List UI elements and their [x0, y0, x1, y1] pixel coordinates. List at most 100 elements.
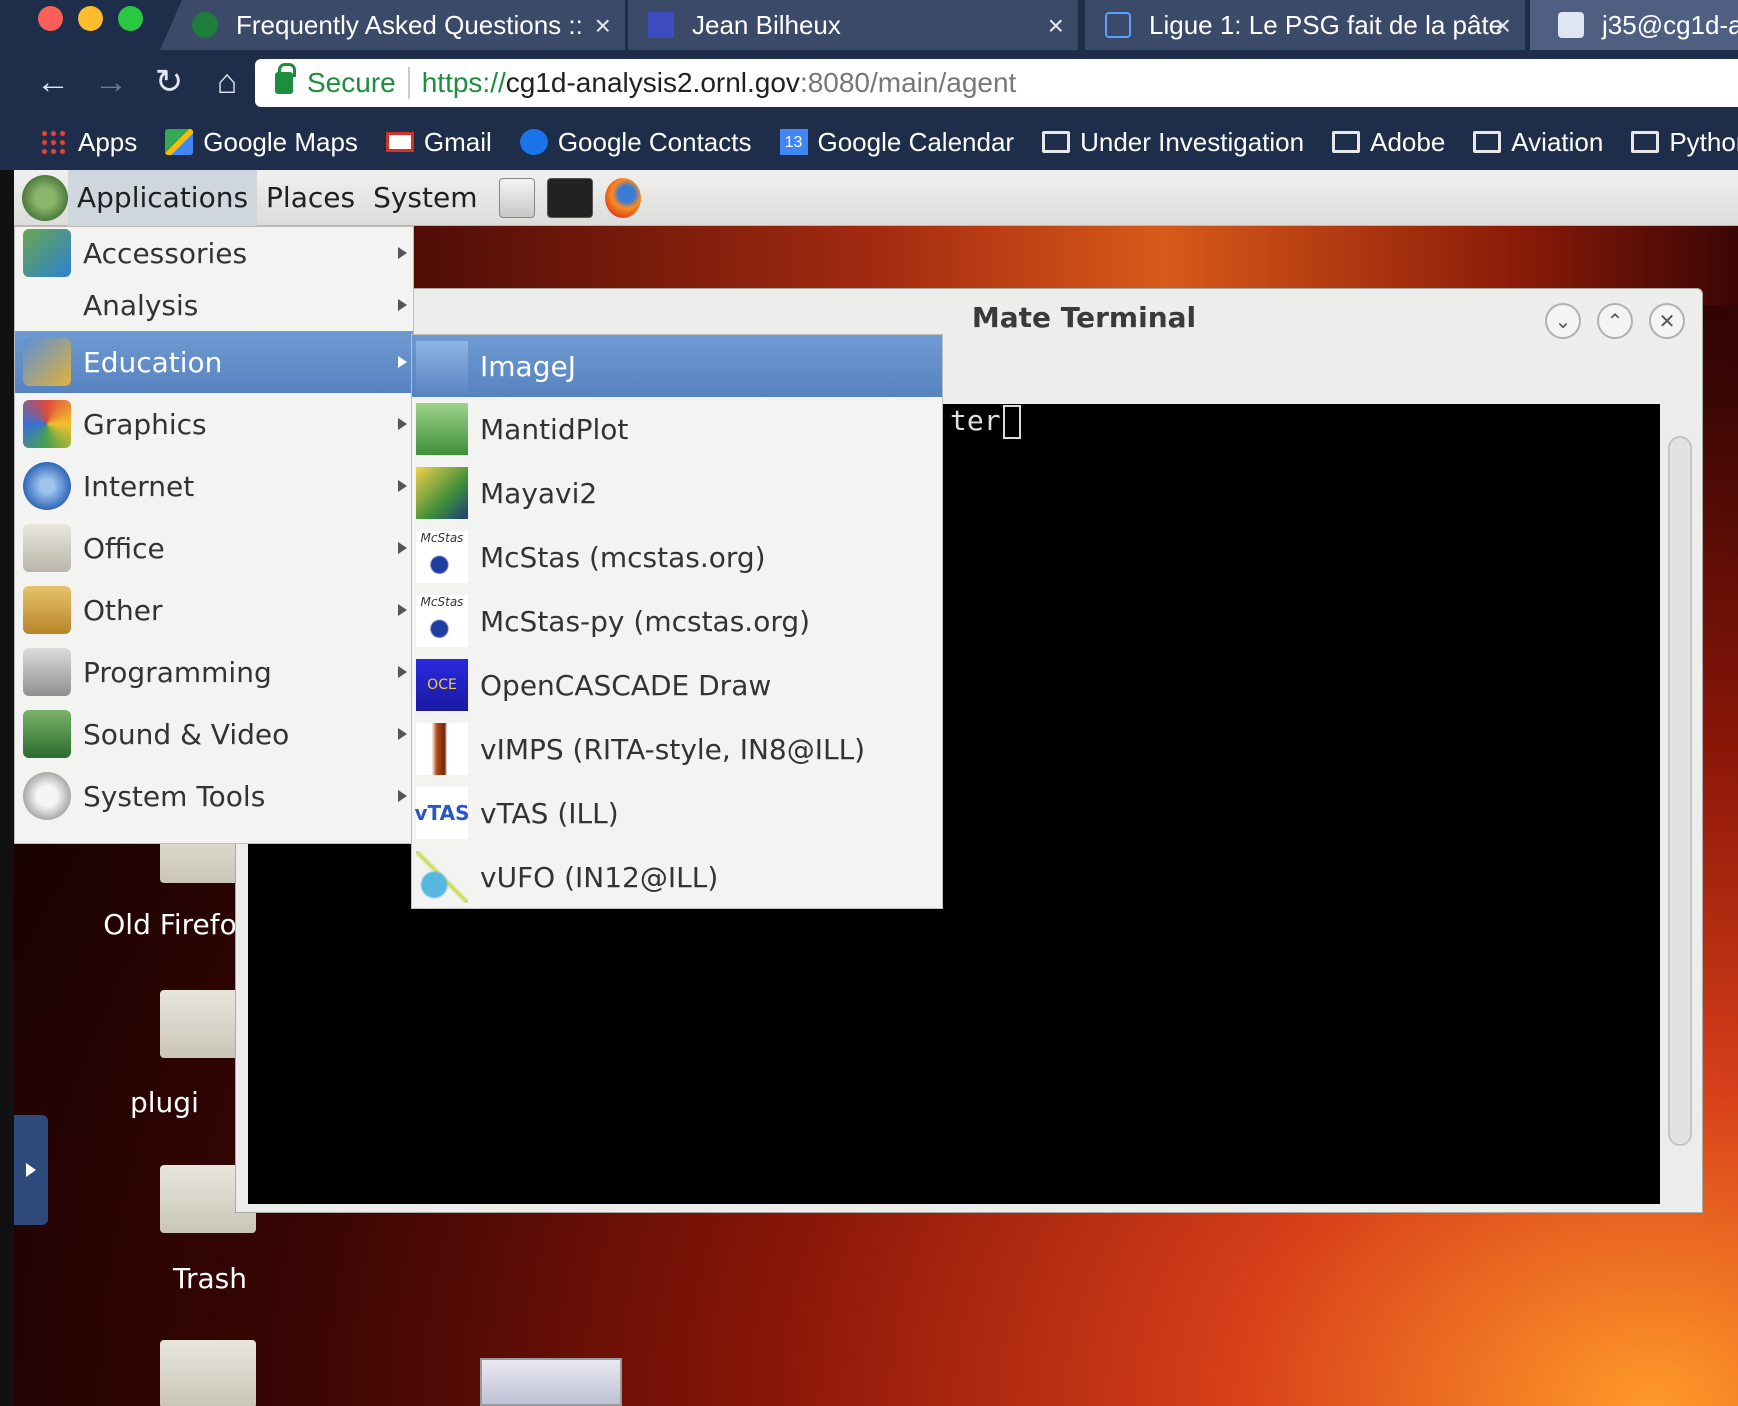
bookmark-aviation[interactable]: Aviation — [1473, 127, 1603, 158]
tab-title: Jean Bilheux — [692, 9, 841, 40]
menu-item-mcstas-py-mcstas-org[interactable]: McStas McStas-py (mcstas.org) — [412, 589, 942, 653]
url-scheme: https:// — [421, 67, 506, 98]
play-arrow-icon — [26, 1163, 36, 1177]
vufo-icon — [416, 851, 468, 903]
mcstas-py-icon: McStas — [416, 595, 468, 647]
menu-item-label: Analysis — [83, 288, 199, 322]
close-tab-icon[interactable]: × — [1048, 10, 1064, 42]
close-window-icon[interactable] — [38, 6, 63, 31]
menu-item-mantidplot[interactable]: MantidPlot — [412, 397, 942, 461]
system-menu[interactable]: System — [364, 170, 486, 226]
scrollbar-thumb[interactable] — [1668, 436, 1692, 1146]
menu-item-other[interactable]: Other — [15, 579, 413, 641]
bookmark-python[interactable]: Python — [1631, 127, 1738, 158]
url-path: :8080/main/agent — [799, 67, 1017, 98]
tab-faq[interactable]: Frequently Asked Questions :: × — [160, 0, 625, 50]
graduation-cap-icon — [648, 12, 674, 38]
bookmark-apps[interactable]: Apps — [40, 127, 137, 158]
bookmarks-bar: Apps Google Maps Gmail Google Contacts 1… — [0, 114, 1738, 170]
menu-item-mayavi2[interactable]: Mayavi2 — [412, 461, 942, 525]
desktop-icon-label[interactable]: Trash — [130, 1262, 290, 1295]
secure-label: Secure — [307, 67, 396, 98]
menu-item-label: ImageJ — [480, 349, 576, 383]
lock-icon — [275, 63, 296, 94]
menu-item-vufo-in12-ill[interactable]: vUFO (IN12@ILL) — [412, 845, 942, 909]
bookmark-google-maps[interactable]: Google Maps — [165, 127, 358, 158]
chevron-up-icon[interactable]: ⌃ — [1597, 303, 1633, 339]
submenu-arrow-icon — [398, 418, 407, 430]
menu-item-label: Office — [83, 531, 165, 565]
menu-item-label: Accessories — [83, 236, 248, 270]
menu-item-label: vTAS (ILL) — [480, 796, 619, 830]
bookmark-google-contacts[interactable]: Google Contacts — [519, 127, 752, 158]
menu-item-mcstas-mcstas-org[interactable]: McStas McStas (mcstas.org) — [412, 525, 942, 589]
bookmark-under-investigation[interactable]: Under Investigation — [1042, 127, 1304, 158]
close-tab-icon[interactable]: × — [1495, 10, 1511, 42]
internet-icon — [23, 462, 71, 510]
chevron-down-icon[interactable]: ⌄ — [1545, 303, 1581, 339]
tab-agent[interactable]: j35@cg1d-a — [1530, 0, 1738, 50]
applications-menu[interactable]: Applications — [68, 169, 258, 226]
menu-item-imagej[interactable]: ImageJ — [412, 335, 942, 397]
home-button[interactable]: ⌂ — [202, 57, 252, 107]
menu-item-internet[interactable]: Internet — [15, 455, 413, 517]
bookmark-google-calendar[interactable]: 13 Google Calendar — [779, 127, 1014, 158]
menu-item-sound-video[interactable]: Sound & Video — [15, 703, 413, 765]
menu-item-accessories[interactable]: Accessories — [15, 227, 413, 279]
menu-item-system-tools[interactable]: System Tools — [15, 765, 413, 827]
applications-dropdown: Accessories Analysis Education Graphics Inte… — [14, 226, 414, 844]
imagej-icon — [416, 341, 468, 393]
back-button[interactable]: ← — [28, 57, 78, 107]
gmail-icon — [385, 132, 414, 152]
close-tab-icon[interactable]: × — [595, 10, 611, 42]
minimize-window-icon[interactable] — [78, 6, 103, 31]
url-host: cg1d-analysis2.ornl.gov — [505, 67, 800, 98]
address-bar[interactable]: Secure https:// cg1d-analysis2.ornl.gov … — [255, 59, 1738, 107]
top-panel: Applications Places System — [14, 169, 1738, 226]
calendar-icon: 13 — [779, 129, 808, 155]
bookmark-adobe[interactable]: Adobe — [1332, 127, 1445, 158]
menu-item-analysis[interactable]: Analysis — [15, 279, 413, 331]
bookmark-label: Adobe — [1370, 126, 1446, 157]
firefox-icon[interactable] — [604, 177, 641, 218]
menu-item-education[interactable]: Education — [15, 331, 413, 393]
menu-item-graphics[interactable]: Graphics — [15, 393, 413, 455]
close-icon[interactable]: ✕ — [1649, 303, 1685, 339]
tab-jean-bilheux[interactable]: Jean Bilheux × — [628, 0, 1078, 50]
desktop-icon-label[interactable]: plugi — [130, 1086, 240, 1119]
opencascade-icon: OCE — [416, 659, 468, 711]
menu-item-vtas-ill[interactable]: vTAS vTAS (ILL) — [412, 781, 942, 845]
menu-item-opencascade-draw[interactable]: OCE OpenCASCADE Draw — [412, 653, 942, 717]
zoom-window-icon[interactable] — [118, 6, 143, 31]
sidebar-handle[interactable] — [14, 1115, 48, 1225]
file-cabinet-icon[interactable] — [498, 177, 535, 218]
terminal-launcher-icon[interactable] — [546, 177, 593, 218]
news-site-icon — [1105, 12, 1131, 38]
bookmark-label: Under Investigation — [1080, 126, 1305, 157]
bookmark-label: Python — [1669, 126, 1738, 157]
terminal-scrollbar[interactable] — [1660, 404, 1698, 1204]
menu-item-programming[interactable]: Programming — [15, 641, 413, 703]
forward-button[interactable]: → — [86, 57, 136, 107]
menu-item-vimps-rita-style-in8-ill[interactable]: vIMPS (RITA-style, IN8@ILL) — [412, 717, 942, 781]
menu-item-label: Internet — [83, 469, 195, 503]
folder-icon[interactable] — [160, 1340, 256, 1406]
folder-icon — [1631, 131, 1660, 153]
reload-button[interactable]: ↻ — [144, 57, 194, 107]
bookmark-label: Google Maps — [203, 126, 358, 157]
bookmark-label: Apps — [78, 126, 138, 157]
desktop-icon-label[interactable]: Old Firefo — [90, 908, 250, 941]
submenu-arrow-icon — [398, 604, 407, 616]
terminal-line: ter — [950, 404, 1021, 439]
menu-item-office[interactable]: Office — [15, 517, 413, 579]
left-edge — [0, 50, 14, 1406]
bookmark-label: Aviation — [1511, 126, 1604, 157]
menu-item-label: McStas-py (mcstas.org) — [480, 604, 811, 638]
bookmark-gmail[interactable]: Gmail — [385, 127, 492, 158]
menu-item-label: McStas (mcstas.org) — [480, 540, 766, 574]
screenshot-thumbnail[interactable] — [480, 1358, 622, 1406]
apps-grid-icon — [40, 129, 68, 155]
menu-item-label: OpenCASCADE Draw — [480, 668, 772, 702]
places-menu[interactable]: Places — [257, 170, 364, 226]
tab-ligue-1[interactable]: Ligue 1: Le PSG fait de la pâte × — [1085, 0, 1525, 50]
